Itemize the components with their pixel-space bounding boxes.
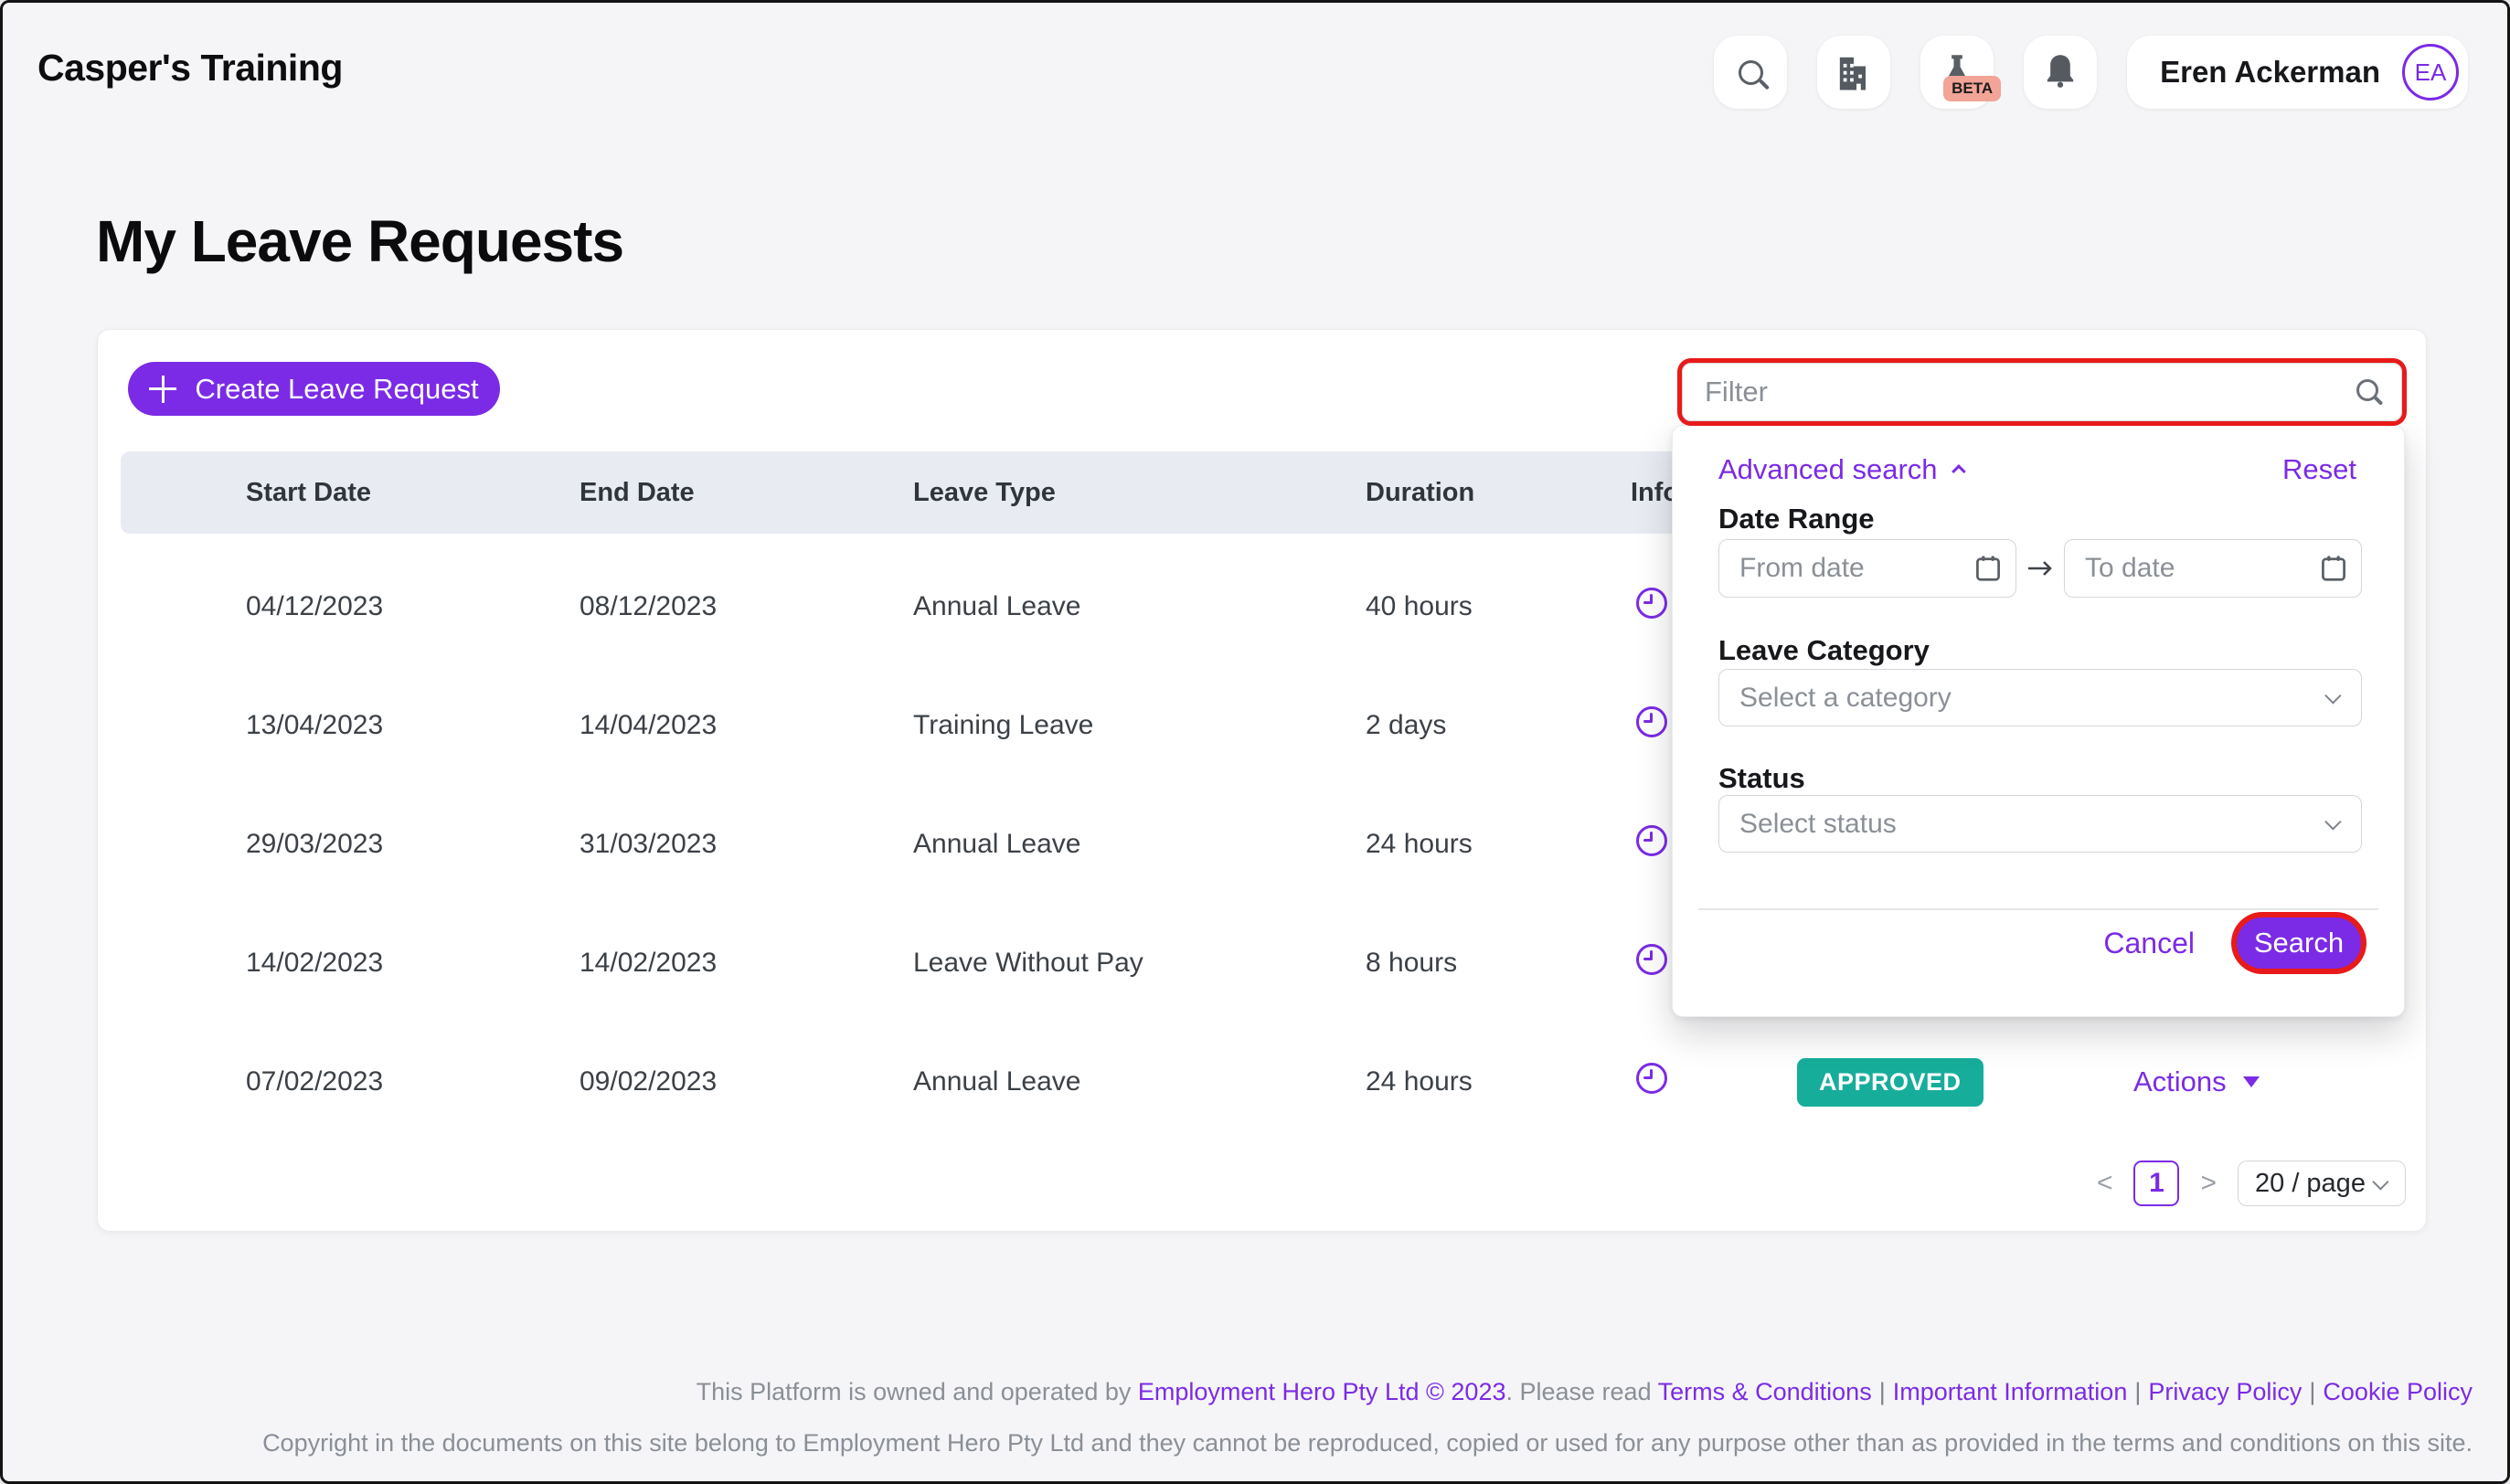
cell-start-date: 14/02/2023 [246, 948, 580, 979]
from-date-placeholder: From date [1739, 553, 1865, 584]
cell-end-date: 08/12/2023 [580, 591, 913, 622]
cell-end-date: 14/04/2023 [580, 710, 913, 741]
cell-leave-type: Leave Without Pay [913, 948, 1366, 979]
app-title: Casper's Training [37, 47, 343, 90]
header-start-date: Start Date [246, 478, 580, 508]
cell-duration: 8 hours [1366, 948, 1631, 979]
clock-icon[interactable] [1636, 706, 1667, 737]
advanced-search-panel: Advanced search Reset Date Range From da… [1672, 425, 2405, 1017]
status-label: Status [1718, 762, 1805, 795]
cell-start-date: 07/02/2023 [246, 1066, 580, 1097]
actions-label: Actions [2133, 1065, 2227, 1098]
page-footer: This Platform is owned and operated by E… [262, 1378, 2473, 1458]
prev-page-button[interactable]: < [2097, 1168, 2113, 1199]
cell-duration: 24 hours [1366, 829, 1631, 860]
cell-end-date: 09/02/2023 [580, 1066, 913, 1097]
cell-leave-type: Annual Leave [913, 1066, 1366, 1097]
page-title: My Leave Requests [96, 207, 623, 275]
cell-start-date: 29/03/2023 [246, 829, 580, 860]
user-name: Eren Ackerman [2160, 55, 2380, 90]
clock-icon[interactable] [1636, 825, 1667, 856]
search-button-primary[interactable]: Search [2237, 917, 2361, 969]
header-duration: Duration [1366, 478, 1631, 508]
create-leave-request-button[interactable]: Create Leave Request [128, 362, 500, 416]
footer-separator: | [1872, 1378, 1893, 1405]
footer-text: This Platform is owned and operated by [697, 1378, 1138, 1405]
cell-end-date: 14/02/2023 [580, 948, 913, 979]
clock-icon[interactable] [1636, 1063, 1667, 1094]
footer-separator: | [2127, 1378, 2148, 1405]
advanced-search-label: Advanced search [1718, 453, 1938, 486]
chevron-down-icon [2324, 687, 2341, 704]
status-placeholder: Select status [1739, 809, 1897, 840]
filter-search-icon [2356, 379, 2378, 401]
row-actions[interactable]: Actions [2133, 1065, 2403, 1098]
page-size-select[interactable]: 20 / page [2238, 1161, 2406, 1206]
to-date-placeholder: To date [2085, 553, 2175, 584]
status-badge: APPROVED [1797, 1058, 1984, 1107]
chevron-down-icon [2372, 1173, 2388, 1190]
search-button[interactable] [1714, 36, 1787, 109]
table-row: 07/02/2023 09/02/2023 Annual Leave 24 ho… [121, 1023, 2403, 1141]
bell-icon [2037, 49, 2083, 95]
date-range-row: From date To date [1718, 539, 2362, 598]
pagination: < 1 > 20 / page [2097, 1161, 2406, 1206]
page-number[interactable]: 1 [2133, 1161, 2179, 1206]
advanced-search-toggle[interactable]: Advanced search [1718, 453, 1962, 486]
cell-start-date: 04/12/2023 [246, 591, 580, 622]
header-leave-type: Leave Type [913, 478, 1366, 508]
cell-duration: 24 hours [1366, 1066, 1631, 1097]
next-page-button[interactable]: > [2200, 1168, 2217, 1199]
plus-icon [149, 376, 176, 403]
to-date-input[interactable]: To date [2064, 539, 2362, 598]
calendar-icon [2321, 555, 2346, 582]
leave-category-label: Leave Category [1718, 634, 1930, 667]
clock-icon[interactable] [1636, 588, 1667, 619]
page-size-value: 20 / page [2255, 1169, 2366, 1199]
filter-input[interactable] [1682, 363, 2402, 421]
beta-badge: BETA [1943, 76, 2001, 101]
leave-category-select[interactable]: Select a category [1718, 669, 2362, 726]
cell-leave-type: Training Leave [913, 710, 1366, 741]
calendar-icon [1975, 555, 2001, 582]
terms-link[interactable]: Terms & Conditions [1658, 1378, 1872, 1405]
beta-features-button[interactable]: BETA [1920, 36, 1994, 109]
footer-copyright: Copyright in the documents on this site … [262, 1429, 2473, 1458]
user-menu[interactable]: Eren Ackerman EA [2127, 36, 2468, 109]
caret-down-icon [2243, 1076, 2260, 1087]
create-leave-request-label: Create Leave Request [195, 373, 478, 406]
footer-text: . Please read [1505, 1378, 1657, 1405]
cancel-button[interactable]: Cancel [2103, 927, 2195, 960]
cell-duration: 40 hours [1366, 591, 1631, 622]
cell-duration: 2 days [1366, 710, 1631, 741]
cell-end-date: 31/03/2023 [580, 829, 913, 860]
date-range-label: Date Range [1718, 503, 1875, 535]
cell-leave-type: Annual Leave [913, 829, 1366, 860]
privacy-policy-link[interactable]: Privacy Policy [2148, 1378, 2302, 1405]
building-icon [1830, 48, 1877, 96]
reset-link[interactable]: Reset [2282, 453, 2356, 486]
employment-hero-link[interactable]: Employment Hero Pty Ltd © 2023 [1138, 1378, 1506, 1405]
organisation-button[interactable] [1817, 36, 1890, 109]
cookie-policy-link[interactable]: Cookie Policy [2323, 1378, 2473, 1405]
leave-category-placeholder: Select a category [1739, 683, 1952, 714]
from-date-input[interactable]: From date [1718, 539, 2016, 598]
notifications-button[interactable] [2024, 36, 2097, 109]
search-icon [1739, 60, 1763, 85]
status-select[interactable]: Select status [1718, 795, 2362, 853]
app-window: Casper's Training BETA Eren Ackerman EA [0, 0, 2510, 1484]
cell-start-date: 13/04/2023 [246, 710, 580, 741]
cell-leave-type: Annual Leave [913, 591, 1366, 622]
clock-icon[interactable] [1636, 944, 1667, 975]
header-end-date: End Date [580, 478, 913, 508]
filter-field-highlight [1682, 363, 2402, 421]
arrow-right-icon [2016, 557, 2064, 579]
chevron-up-icon [1952, 464, 1966, 479]
chevron-down-icon [2324, 813, 2341, 830]
footer-separator: | [2302, 1378, 2323, 1405]
topbar-actions: BETA Eren Ackerman EA [1714, 36, 2468, 109]
important-information-link[interactable]: Important Information [1893, 1378, 2128, 1405]
avatar: EA [2402, 44, 2459, 101]
